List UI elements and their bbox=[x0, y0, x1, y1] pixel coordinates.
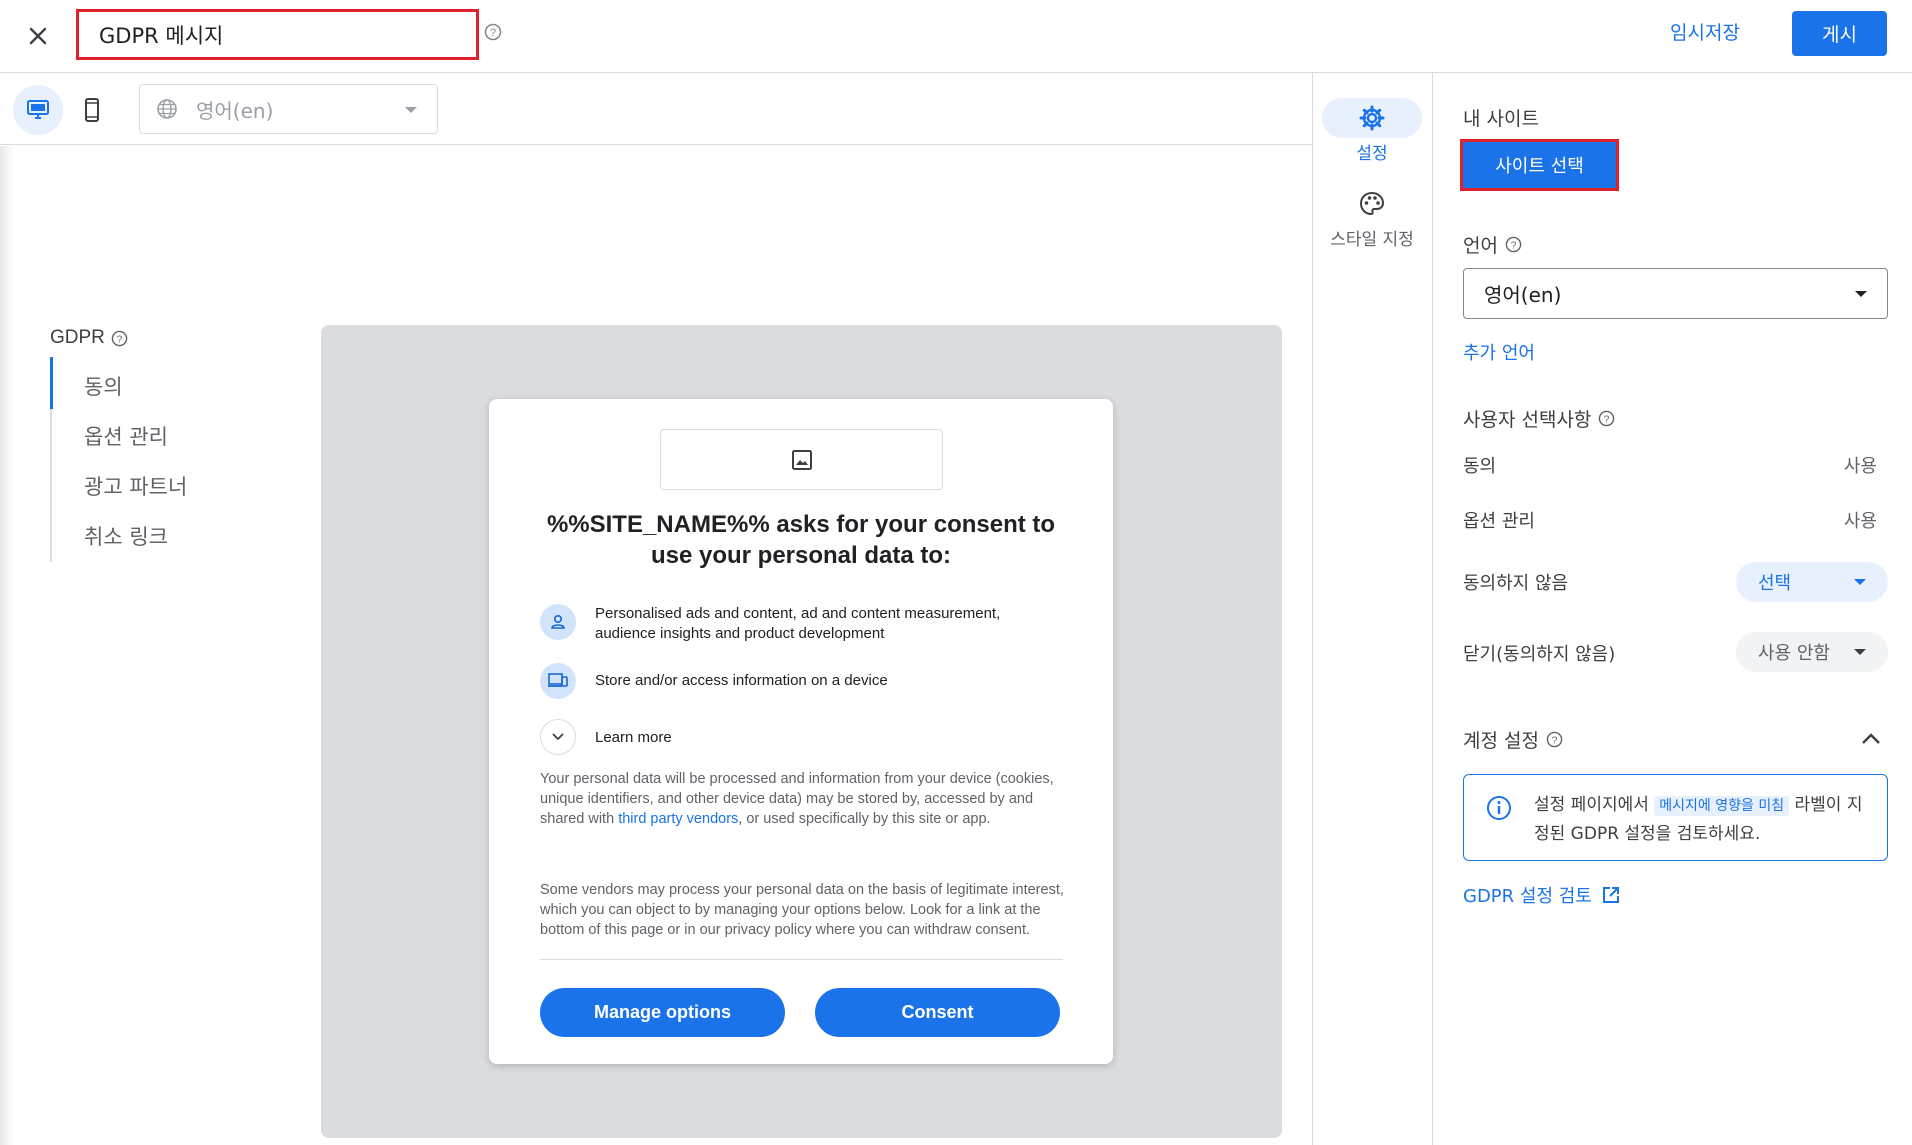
svg-text:?: ? bbox=[1604, 414, 1610, 425]
info-text: 설정 페이지에서 bbox=[1534, 795, 1655, 815]
consent-button[interactable]: Consent bbox=[815, 988, 1060, 1037]
svg-text:?: ? bbox=[1552, 735, 1558, 746]
data-processing-paragraph: Your personal data will be processed and… bbox=[540, 769, 1065, 829]
consent-dialog-preview: %%SITE_NAME%% asks for your consent to u… bbox=[489, 399, 1113, 1064]
external-link-icon bbox=[1602, 887, 1619, 903]
site-logo-placeholder[interactable] bbox=[660, 429, 943, 490]
help-icon[interactable]: ? bbox=[484, 23, 502, 41]
svg-text:?: ? bbox=[1511, 240, 1517, 251]
preview-language-select[interactable]: 영어(en) bbox=[139, 84, 438, 134]
panel-shadow bbox=[0, 146, 14, 1145]
language-select-value: 영어(en) bbox=[1484, 283, 1562, 307]
top-bar: GDPR 메시지 ? 임시저장 게시 bbox=[0, 0, 1912, 73]
chevron-down-icon bbox=[1854, 649, 1866, 655]
choice-consent-label: 동의 bbox=[1463, 456, 1497, 477]
close-icon bbox=[29, 27, 47, 45]
gear-icon bbox=[1359, 105, 1385, 131]
publish-button[interactable]: 게시 bbox=[1792, 11, 1887, 56]
choice-manage-options-label: 옵션 관리 bbox=[1463, 511, 1535, 532]
account-settings-info: 설정 페이지에서 메시지에 영향을 미침 라벨이 지정된 GDPR 설정을 검토… bbox=[1463, 774, 1888, 861]
purpose-item: Personalised ads and content, ad and con… bbox=[540, 604, 1055, 644]
tab-styling-label: 스타일 지정 bbox=[1330, 230, 1414, 250]
language-select[interactable]: 영어(en) bbox=[1463, 268, 1888, 319]
panel-divider bbox=[1312, 73, 1313, 1145]
tab-settings-label: 설정 bbox=[1356, 144, 1388, 164]
account-settings-heading-text: 계정 설정 bbox=[1463, 730, 1539, 752]
third-party-vendors-link[interactable]: third party vendors bbox=[618, 811, 738, 827]
palette-icon bbox=[1359, 191, 1385, 216]
help-icon[interactable]: ? bbox=[1598, 410, 1615, 427]
chevron-down-icon bbox=[1855, 291, 1867, 297]
image-icon bbox=[791, 449, 812, 470]
do-not-consent-select-value: 선택 bbox=[1758, 573, 1792, 594]
preview-toolbar: 영어(en) bbox=[0, 73, 1312, 145]
learn-more-toggle[interactable]: Learn more bbox=[540, 719, 672, 755]
tab-settings[interactable]: 설정 bbox=[1322, 98, 1422, 164]
help-icon[interactable]: ? bbox=[1546, 731, 1563, 748]
nav-item-revocation-link[interactable]: 취소 링크 bbox=[84, 521, 168, 551]
devices-icon bbox=[548, 673, 568, 687]
review-gdpr-settings-label: GDPR 설정 검토 bbox=[1463, 886, 1592, 907]
account-settings-heading[interactable]: 계정 설정 ? bbox=[1463, 726, 1563, 753]
purpose-text: Store and/or access information on a dev… bbox=[595, 672, 888, 689]
mobile-icon bbox=[85, 98, 99, 122]
add-language-link[interactable]: 추가 언어 bbox=[1463, 339, 1535, 365]
legitimate-interest-paragraph: Some vendors may process your personal d… bbox=[540, 882, 1064, 938]
chevron-down-icon bbox=[1854, 579, 1866, 585]
message-title-input[interactable]: GDPR 메시지 bbox=[76, 9, 479, 60]
choice-consent-value: 사용 bbox=[1843, 456, 1877, 477]
do-not-consent-select[interactable]: 선택 bbox=[1736, 562, 1888, 602]
manage-options-button[interactable]: Manage options bbox=[540, 988, 785, 1037]
tab-styling[interactable]: 스타일 지정 bbox=[1322, 184, 1422, 250]
review-gdpr-settings-link[interactable]: GDPR 설정 검토 bbox=[1463, 882, 1620, 908]
desktop-icon bbox=[27, 100, 49, 119]
nav-active-indicator bbox=[50, 357, 53, 409]
language-heading-text: 언어 bbox=[1463, 235, 1498, 257]
save-draft-button[interactable]: 임시저장 bbox=[1670, 18, 1740, 45]
globe-icon bbox=[157, 99, 177, 119]
chevron-up-icon[interactable] bbox=[1861, 731, 1881, 745]
paragraph-text: , or used specifically by this site or a… bbox=[738, 811, 991, 827]
dialog-title: %%SITE_NAME%% asks for your consent to u… bbox=[546, 511, 1056, 569]
my-site-heading: 내 사이트 bbox=[1463, 104, 1539, 131]
nav-item-ad-partners[interactable]: 광고 파트너 bbox=[84, 471, 187, 501]
help-icon[interactable]: ? bbox=[111, 330, 128, 347]
choice-close-label: 닫기(동의하지 않음) bbox=[1463, 644, 1616, 665]
select-site-button[interactable]: 사이트 선택 bbox=[1460, 139, 1619, 191]
svg-text:?: ? bbox=[490, 27, 496, 39]
svg-text:?: ? bbox=[117, 334, 123, 345]
nav-item-manage-options[interactable]: 옵션 관리 bbox=[84, 421, 168, 451]
chevron-down-icon bbox=[552, 733, 564, 741]
chevron-down-icon bbox=[405, 107, 417, 113]
desktop-view-button[interactable] bbox=[13, 85, 63, 135]
person-icon bbox=[551, 614, 565, 629]
panel-divider bbox=[1432, 73, 1433, 1145]
close-option-select[interactable]: 사용 안함 bbox=[1736, 632, 1888, 672]
affects-messages-tag: 메시지에 영향을 미침 bbox=[1654, 796, 1790, 816]
info-icon bbox=[1487, 796, 1511, 820]
purpose-item: Store and/or access information on a dev… bbox=[540, 663, 1055, 699]
purpose-text: Personalised ads and content, ad and con… bbox=[595, 605, 1001, 642]
dialog-divider bbox=[540, 959, 1063, 960]
gdpr-nav-title: GDPR bbox=[50, 327, 105, 348]
learn-more-label: Learn more bbox=[595, 728, 672, 746]
gdpr-section-nav: GDPR ? 동의 옵션 관리 광고 파트너 취소 링크 bbox=[50, 327, 187, 562]
message-title-value: GDPR 메시지 bbox=[99, 23, 224, 48]
user-choices-heading: 사용자 선택사항 ? bbox=[1463, 405, 1615, 432]
preview-language-value: 영어(en) bbox=[196, 98, 274, 123]
close-button[interactable] bbox=[20, 18, 56, 54]
my-site-heading-text: 내 사이트 bbox=[1463, 108, 1539, 130]
nav-item-consent[interactable]: 동의 bbox=[84, 371, 123, 401]
user-choices-heading-text: 사용자 선택사항 bbox=[1463, 409, 1592, 431]
choice-manage-options-value: 사용 bbox=[1843, 511, 1877, 532]
help-icon[interactable]: ? bbox=[1505, 236, 1522, 253]
mobile-view-button[interactable] bbox=[67, 85, 117, 135]
language-heading: 언어 ? bbox=[1463, 231, 1522, 258]
choice-do-not-consent-label: 동의하지 않음 bbox=[1463, 573, 1569, 594]
close-option-select-value: 사용 안함 bbox=[1758, 643, 1830, 664]
